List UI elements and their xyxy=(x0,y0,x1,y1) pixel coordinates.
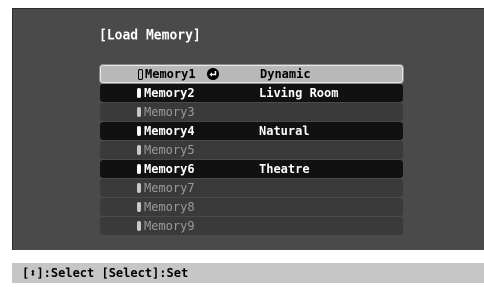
memory-slot-marker-icon xyxy=(137,88,141,98)
memory-slot-marker-icon xyxy=(137,126,141,136)
memory-description: Theatre xyxy=(259,162,310,176)
memory-row-9[interactable]: Memory9 xyxy=(100,217,403,235)
memory-slot-marker-icon xyxy=(138,69,143,80)
memory-name: Memory1 xyxy=(145,67,196,81)
memory-slot-marker-icon xyxy=(137,107,141,117)
memory-slot-marker-icon xyxy=(137,183,141,193)
memory-name: Memory2 xyxy=(144,86,195,100)
memory-name: Memory8 xyxy=(144,200,195,214)
memory-name: Memory3 xyxy=(144,105,195,119)
memory-description: Dynamic xyxy=(260,67,311,81)
help-bar: [⬍]:Select [Select]:Set xyxy=(12,263,484,283)
memory-name: Memory5 xyxy=(144,143,195,157)
memory-slot-marker-icon xyxy=(137,221,141,231)
memory-description: Natural xyxy=(259,124,310,138)
memory-row-5[interactable]: Memory5 xyxy=(100,141,403,159)
memory-description: Living Room xyxy=(259,86,339,100)
enter-icon xyxy=(207,68,219,80)
memory-row-7[interactable]: Memory7 xyxy=(100,179,403,197)
memory-name: Memory4 xyxy=(144,124,195,138)
memory-row-1[interactable]: Memory1 Dynamic xyxy=(100,65,403,83)
memory-row-8[interactable]: Memory8 xyxy=(100,198,403,216)
memory-slot-marker-icon xyxy=(137,164,141,174)
memory-row-2[interactable]: Memory2 Living Room xyxy=(100,84,403,102)
memory-list: Memory1 Dynamic Memory2 Living Room Memo… xyxy=(100,65,403,236)
memory-row-3[interactable]: Memory3 xyxy=(100,103,403,121)
memory-name: Memory6 xyxy=(144,162,195,176)
menu-title: [Load Memory] xyxy=(99,27,201,44)
memory-name: Memory7 xyxy=(144,181,195,195)
memory-slot-marker-icon xyxy=(137,202,141,212)
memory-slot-marker-icon xyxy=(137,145,141,155)
memory-name: Memory9 xyxy=(144,219,195,233)
projector-menu-screen: [Load Memory] Memory1 Dynamic Memory2 Li… xyxy=(12,8,484,250)
memory-row-6[interactable]: Memory6 Theatre xyxy=(100,160,403,178)
memory-row-4[interactable]: Memory4 Natural xyxy=(100,122,403,140)
